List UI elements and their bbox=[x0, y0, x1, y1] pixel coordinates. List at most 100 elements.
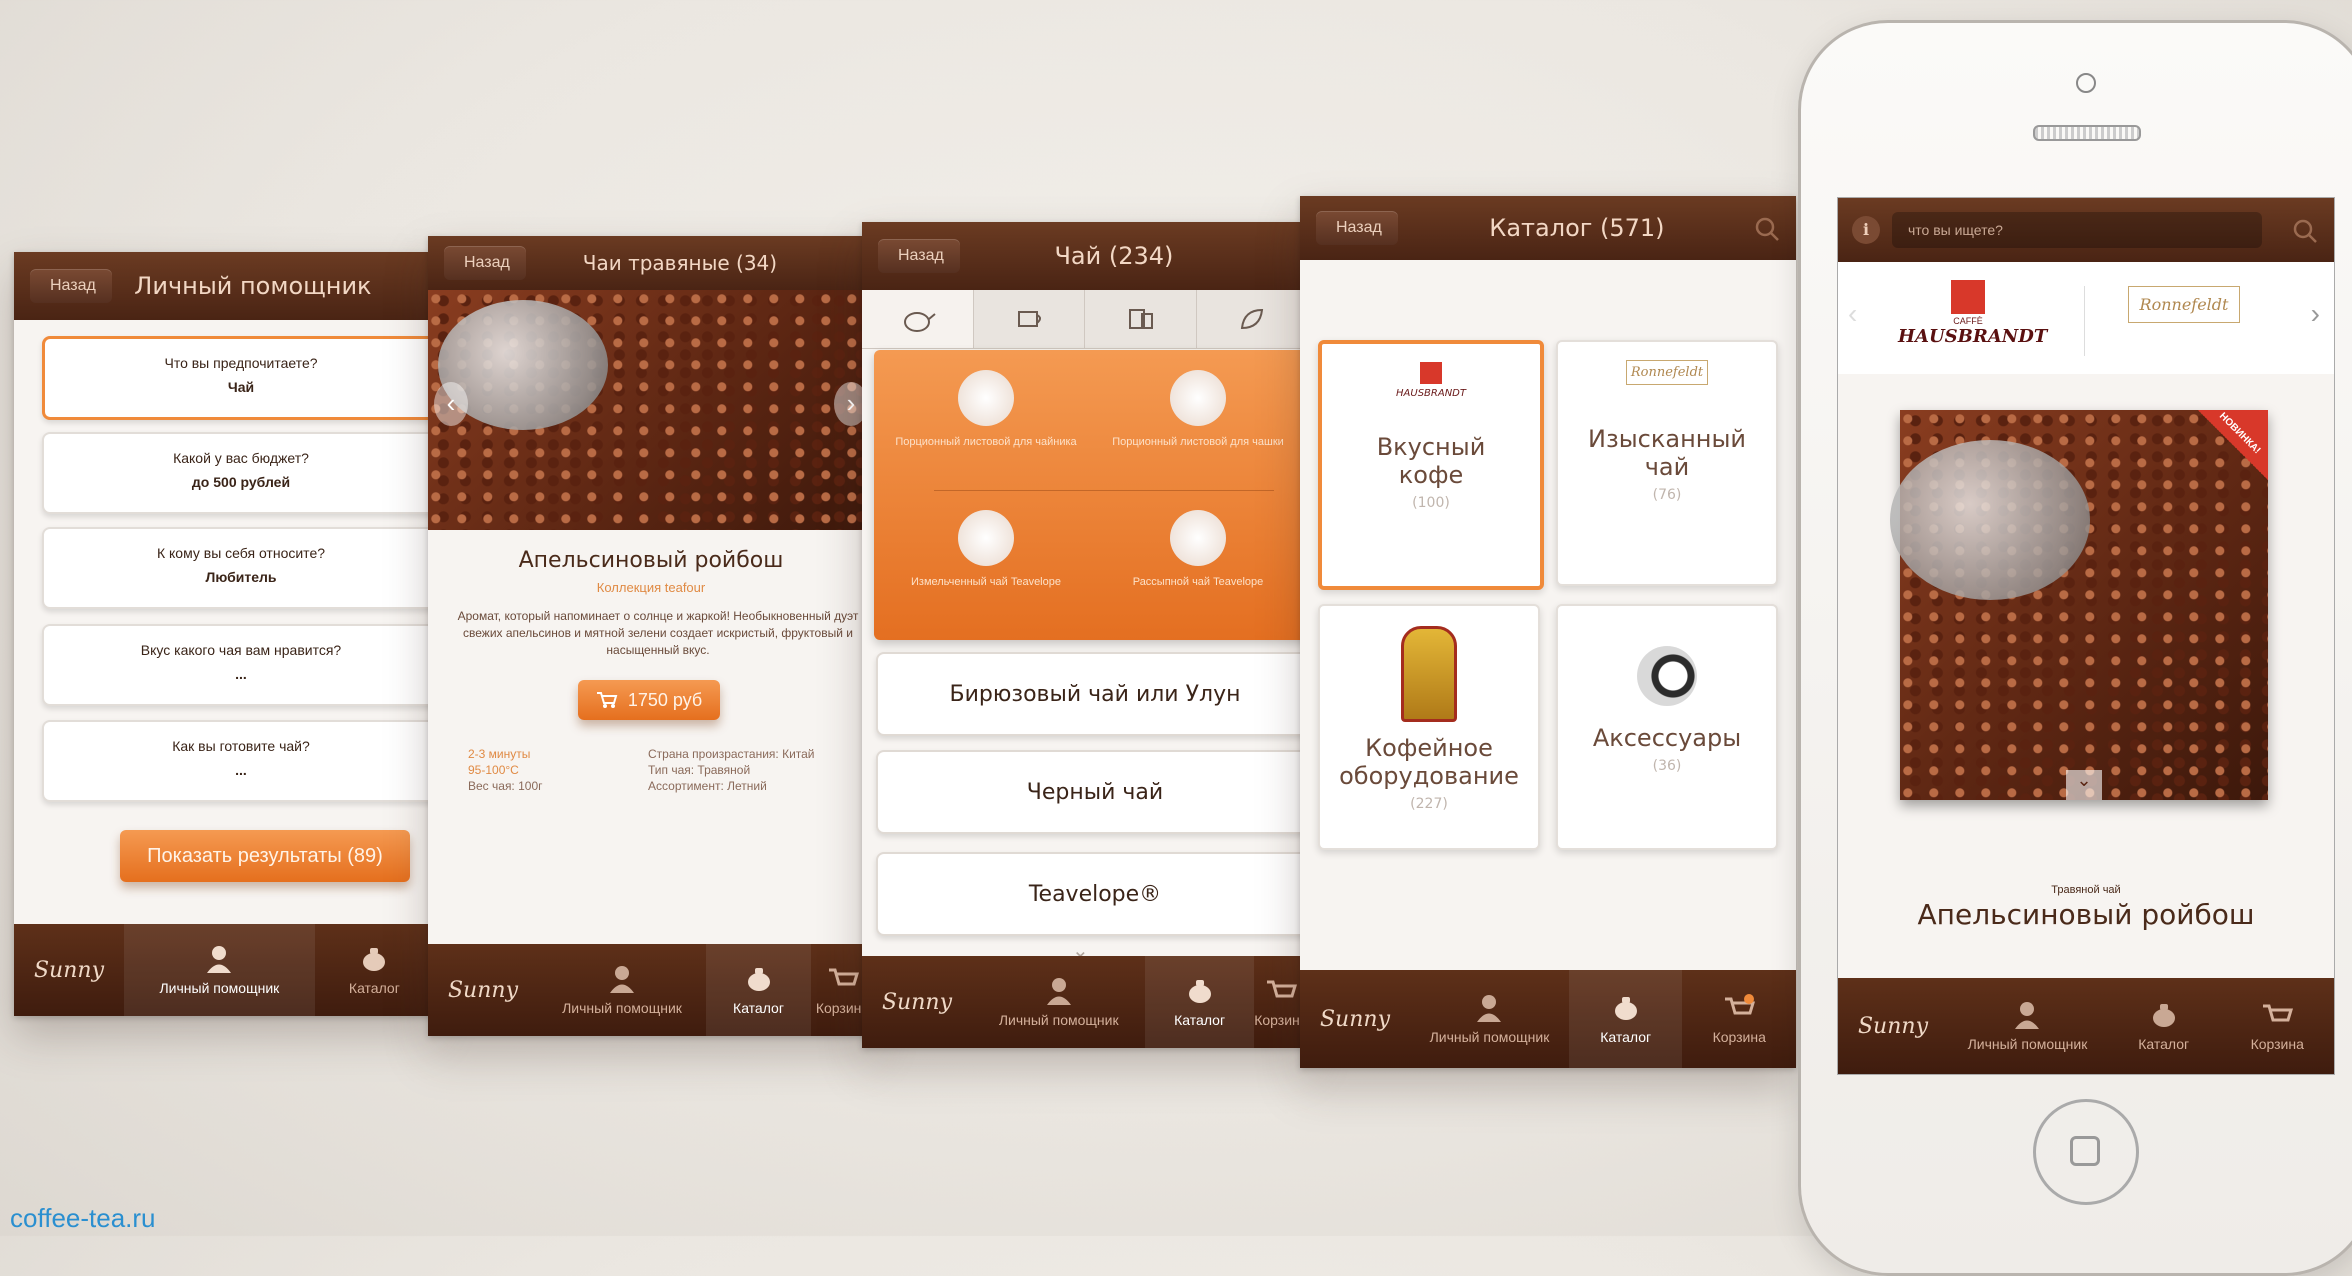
answer-text: ... bbox=[235, 666, 247, 682]
hausbrandt-logo-mark bbox=[1420, 362, 1442, 384]
show-results-button[interactable]: Показать результаты (89) bbox=[120, 830, 410, 882]
cup-icon bbox=[1637, 646, 1697, 706]
catalog-tile-accessories[interactable]: Аксессуары (36) bbox=[1556, 604, 1778, 850]
top-bar: Назад Чаи травяные (34) bbox=[428, 236, 874, 290]
brand-name: Ronnefeldt bbox=[1630, 365, 1704, 380]
grid-label: Рассыпной чай Teavelope bbox=[1132, 576, 1264, 588]
grid-cell[interactable]: Рассыпной чай Teavelope bbox=[1098, 510, 1298, 588]
price-label: 1750 руб bbox=[627, 689, 703, 710]
tab-teapot[interactable] bbox=[862, 290, 974, 348]
brew-time: 2-3 минуты bbox=[468, 747, 531, 761]
back-button[interactable]: Назад bbox=[444, 246, 526, 280]
logo[interactable]: Sunny bbox=[428, 944, 538, 1036]
assortment: Ассортимент: Летний bbox=[648, 779, 767, 793]
page-title: Чаи травяные (34) bbox=[582, 251, 778, 275]
search-icon[interactable] bbox=[2292, 218, 2318, 244]
grid-label: Порционный листовой для чашки bbox=[1112, 436, 1284, 448]
grid-cell[interactable]: Порционный листовой для чайника bbox=[886, 370, 1086, 448]
nav-assistant[interactable]: Личный помощник bbox=[972, 956, 1145, 1048]
carousel-prev-icon[interactable]: ‹ bbox=[1848, 298, 1857, 330]
price-button[interactable]: 1750 руб bbox=[578, 680, 720, 720]
menu-item-teavelope[interactable]: Teavelope® bbox=[876, 852, 1308, 936]
tab-packet[interactable] bbox=[1085, 290, 1197, 348]
back-button[interactable]: Назад bbox=[30, 269, 112, 303]
coffee-machine-icon bbox=[1401, 626, 1457, 722]
logo[interactable]: Sunny bbox=[862, 956, 972, 1048]
speaker-grille bbox=[2033, 125, 2141, 141]
page-title: Чай (234) bbox=[1054, 242, 1174, 270]
question-card[interactable]: Как вы готовите чай? ... bbox=[42, 720, 434, 802]
bottom-nav: Sunny Личный помощник Каталог Корзина bbox=[862, 956, 1308, 1048]
grid-divider bbox=[934, 490, 1274, 491]
bottom-nav: Sunny Личный помощник Каталог Корзина bbox=[1838, 978, 2334, 1074]
menu-item-black-tea[interactable]: Черный чай bbox=[876, 750, 1308, 834]
nav-catalog[interactable]: Каталог bbox=[1145, 956, 1254, 1048]
expand-chevron-icon[interactable]: ⌄ bbox=[2066, 770, 2102, 800]
hausbrandt-logo[interactable]: CAFFÈ HAUSBRANDT bbox=[1898, 280, 2048, 347]
tile-label: Аксессуары bbox=[1592, 724, 1742, 752]
catalog-tile-tea[interactable]: Ronnefeldt Изысканный чай (76) bbox=[1556, 340, 1778, 586]
brand-name: HAUSBRANDT bbox=[1898, 326, 2048, 347]
grid-cell[interactable]: Измельченный чай Teavelope bbox=[886, 510, 1086, 588]
back-button[interactable]: Назад bbox=[1316, 211, 1398, 245]
tea-type-tabs bbox=[862, 290, 1308, 349]
nav-label: Личный помощник bbox=[1429, 1029, 1550, 1045]
back-button[interactable]: Назад bbox=[878, 239, 960, 273]
tea-weight: Вес чая: 100г bbox=[468, 779, 543, 793]
tab-leaf[interactable] bbox=[1197, 290, 1308, 348]
info-icon[interactable]: i bbox=[1852, 216, 1880, 244]
nav-assistant[interactable]: Личный помощник bbox=[1948, 978, 2107, 1074]
badge-text: НОВИНКА! bbox=[2216, 410, 2263, 457]
question-card[interactable]: Вкус какого чая вам нравится? ... bbox=[42, 624, 434, 706]
menu-item-oolong[interactable]: Бирюзовый чай или Улун bbox=[876, 652, 1308, 736]
answer-text: до 500 рублей bbox=[191, 474, 291, 490]
catalog-tile-coffee[interactable]: HAUSBRANDT Вкусный кофе (100) bbox=[1318, 340, 1544, 590]
brand-small-text: CAFFÈ bbox=[1953, 316, 1983, 326]
teapot-icon bbox=[904, 312, 936, 332]
nav-catalog[interactable]: Каталог bbox=[2107, 978, 2221, 1074]
cart-icon bbox=[1266, 980, 1297, 998]
nav-catalog[interactable]: Каталог bbox=[1568, 970, 1683, 1068]
nav-catalog[interactable]: Каталог bbox=[706, 944, 811, 1036]
search-input[interactable]: что вы ищете? bbox=[1892, 212, 2262, 248]
prev-arrow[interactable]: ‹ bbox=[434, 382, 468, 426]
nav-assistant[interactable]: Личный помощник bbox=[538, 944, 706, 1036]
home-button[interactable] bbox=[2033, 1099, 2139, 1205]
nav-assistant[interactable]: Личный помощник bbox=[1410, 970, 1569, 1068]
nav-catalog[interactable]: Каталог bbox=[315, 924, 434, 1016]
nav-cart[interactable]: Корзина bbox=[1682, 970, 1796, 1068]
catalog-tile-coffee-equipment[interactable]: Кофейное оборудование (227) bbox=[1318, 604, 1540, 850]
nav-assistant[interactable]: Личный помощник bbox=[124, 924, 315, 1016]
nav-label: Каталог bbox=[348, 980, 400, 996]
tea-format-grid: Порционный листовой для чайника Порционн… bbox=[874, 350, 1308, 640]
grid-cell[interactable]: Порционный листовой для чашки bbox=[1098, 370, 1298, 448]
nav-label: Личный помощник bbox=[998, 1012, 1119, 1028]
ronnefeldt-logo[interactable]: Ronnefeldt bbox=[2128, 286, 2240, 323]
tea-scoop bbox=[1890, 440, 2090, 600]
question-card[interactable]: Какой у вас бюджет? до 500 рублей bbox=[42, 432, 434, 514]
nav-label: Корзина bbox=[1712, 1029, 1766, 1045]
nav-label: Каталог bbox=[1174, 1012, 1226, 1028]
screen-catalog: Назад Каталог (571) HAUSBRANDT Вкусный к… bbox=[1300, 196, 1796, 1068]
logo[interactable]: Sunny bbox=[1838, 978, 1948, 1074]
front-camera bbox=[2076, 73, 2096, 93]
assistant-icon bbox=[610, 966, 634, 993]
screen-tea-menu: Назад Чай (234) Порционный листовой для … bbox=[862, 222, 1308, 1048]
hausbrandt-logo: HAUSBRANDT bbox=[1322, 362, 1540, 399]
question-card[interactable]: Что вы предпочитаете? Чай bbox=[42, 336, 434, 420]
carousel-next-icon[interactable]: › bbox=[2311, 298, 2320, 330]
logo[interactable]: Sunny bbox=[1300, 970, 1410, 1068]
carousel-divider bbox=[2084, 286, 2085, 356]
nav-cart[interactable]: Корзина bbox=[2220, 978, 2334, 1074]
nav-label: Каталог bbox=[2138, 1036, 2190, 1052]
logo[interactable]: Sunny bbox=[14, 924, 124, 1016]
leaf-icon bbox=[1240, 308, 1263, 330]
search-icon[interactable] bbox=[1754, 216, 1780, 242]
teapot-icon bbox=[2152, 1004, 2175, 1027]
question-card[interactable]: К кому вы себя относите? Любитель bbox=[42, 527, 434, 609]
screen-personal-assistant: Назад Личный помощник Что вы предпочитае… bbox=[14, 252, 434, 1016]
tab-cup[interactable] bbox=[974, 290, 1085, 348]
website-caption[interactable]: coffee-tea.ru bbox=[10, 1203, 156, 1234]
screen-product: Назад Чаи травяные (34) ‹ › Апельсиновый… bbox=[428, 236, 874, 1036]
product-image[interactable]: НОВИНКА! ⌄ bbox=[1890, 410, 2268, 800]
